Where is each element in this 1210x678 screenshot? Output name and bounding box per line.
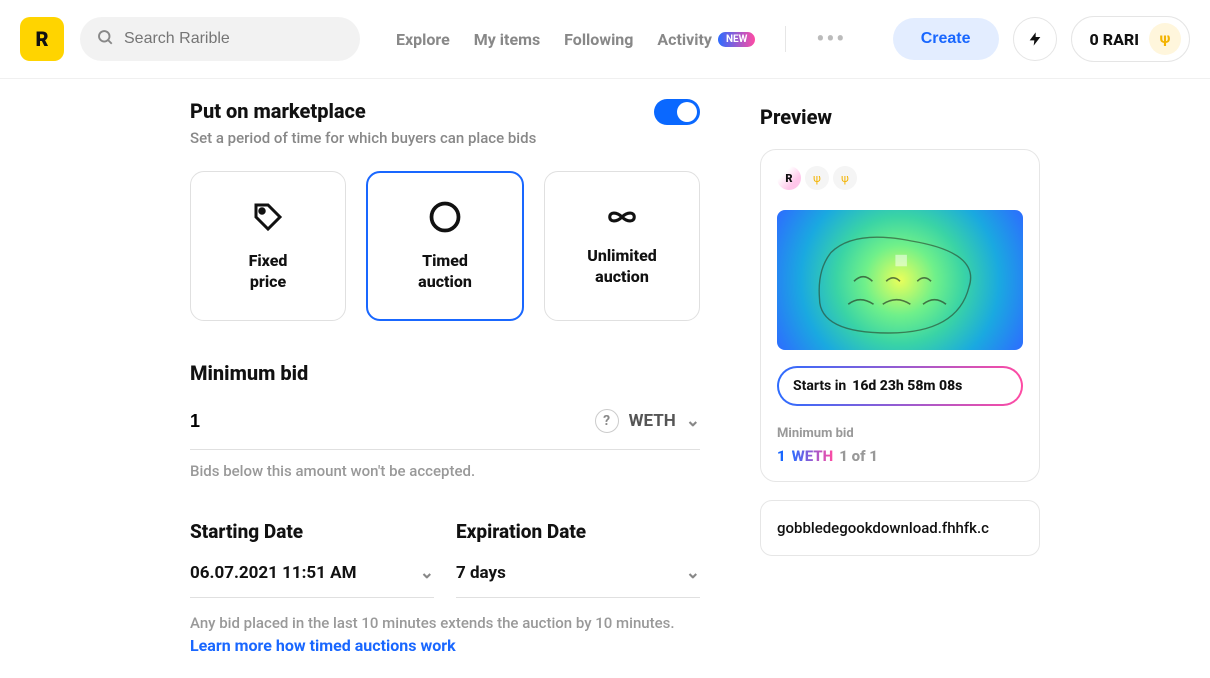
start-date-col: Starting Date 06.07.2021 11:51 AM ⌄ [190, 520, 434, 598]
chevron-down-icon: ⌄ [686, 563, 700, 583]
new-badge: NEW [718, 32, 755, 47]
sale-card-unlimited[interactable]: Unlimited auction [544, 171, 700, 321]
infinity-icon [601, 204, 643, 230]
nav-following[interactable]: Following [564, 30, 633, 49]
preview-price-currency: WETH [792, 447, 834, 465]
preview-image [777, 210, 1023, 350]
sale-card-timed[interactable]: Timed auction [366, 171, 524, 321]
preview-column: Preview R ψ ψ Starts in 16d 23h 58m 08s … [760, 99, 1040, 655]
currency-label: WETH [629, 411, 676, 431]
marketplace-subtitle: Set a period of time for which buyers ca… [190, 129, 536, 147]
notifications-button[interactable] [1013, 17, 1057, 61]
creator-badge[interactable]: R [777, 166, 801, 190]
expiration-date-field[interactable]: 7 days ⌄ [456, 543, 700, 598]
starts-in-pill: Starts in 16d 23h 58m 08s [777, 366, 1023, 406]
rari-avatar-icon: ψ [1149, 23, 1181, 55]
dates-row: Starting Date 06.07.2021 11:51 AM ⌄ Expi… [190, 520, 700, 598]
preview-min-label: Minimum bid [777, 426, 1023, 441]
chevron-down-icon: ⌄ [420, 563, 434, 583]
header-right: Create 0 RARI ψ [893, 16, 1190, 62]
search-input[interactable] [80, 17, 360, 61]
main-content: Put on marketplace Set a period of time … [0, 79, 1210, 655]
sale-card-unlimited-label: Unlimited auction [587, 246, 657, 288]
start-date-label: Starting Date [190, 520, 434, 543]
balance-pill[interactable]: 0 RARI ψ [1071, 16, 1190, 62]
preview-edition: 1 of 1 [839, 447, 878, 465]
create-button[interactable]: Create [893, 18, 999, 60]
logo[interactable]: R [20, 17, 64, 61]
sale-card-fixed[interactable]: Fixed price [190, 171, 346, 321]
help-icon[interactable]: ? [595, 409, 619, 433]
preview-price: 1 WETH 1 of 1 [777, 447, 1023, 465]
collection-badge[interactable]: ψ [805, 166, 829, 190]
preview-title: Preview [760, 105, 1040, 129]
nav-activity[interactable]: Activity NEW [657, 30, 755, 49]
clock-icon [427, 199, 463, 235]
starts-value: 16d 23h 58m 08s [852, 378, 962, 394]
min-bid-input[interactable] [190, 411, 390, 432]
currency-select[interactable]: ? WETH ⌄ [595, 409, 700, 433]
learn-more-link[interactable]: Learn more how timed auctions work [190, 636, 456, 655]
preview-card: R ψ ψ Starts in 16d 23h 58m 08s Minimum … [760, 149, 1040, 482]
start-date-value: 06.07.2021 11:51 AM [190, 563, 356, 583]
sale-type-cards: Fixed price Timed auction Unlimited auct… [190, 171, 700, 321]
preview-badges: R ψ ψ [777, 166, 1023, 190]
min-bid-section: Minimum bid ? WETH ⌄ Bids below this amo… [190, 361, 700, 480]
search-wrap [80, 17, 360, 61]
preview-price-amount: 1 [777, 447, 786, 465]
top-header: R Explore My items Following Activity NE… [0, 0, 1210, 79]
expiration-date-col: Expiration Date 7 days ⌄ [456, 520, 700, 598]
chevron-down-icon: ⌄ [686, 411, 700, 431]
balance-text: 0 RARI [1090, 30, 1139, 49]
lightning-icon [1027, 29, 1043, 49]
more-menu[interactable]: ••• [816, 27, 846, 52]
sale-card-fixed-label: Fixed price [249, 251, 288, 293]
marketplace-title: Put on marketplace [190, 99, 536, 123]
min-bid-label: Minimum bid [190, 361, 700, 385]
start-date-field[interactable]: 06.07.2021 11:51 AM ⌄ [190, 543, 434, 598]
sale-card-timed-label: Timed auction [418, 251, 472, 293]
min-bid-hint: Bids below this amount won't be accepted… [190, 462, 700, 480]
nav-divider [785, 26, 786, 52]
preview-image-content [785, 218, 1015, 350]
marketplace-toggle[interactable] [654, 99, 700, 125]
starts-label: Starts in [793, 378, 846, 394]
form-column: Put on marketplace Set a period of time … [190, 99, 700, 655]
main-nav: Explore My items Following Activity NEW … [396, 26, 846, 52]
tag-icon [250, 199, 286, 235]
expiration-date-value: 7 days [456, 563, 506, 583]
nav-my-items[interactable]: My items [474, 30, 540, 49]
nav-activity-label: Activity [657, 30, 712, 49]
auction-note: Any bid placed in the last 10 minutes ex… [190, 614, 700, 632]
owner-badge[interactable]: ψ [833, 166, 857, 190]
search-icon [96, 28, 114, 50]
url-input[interactable]: gobbledegookdownload.fhhfk.c [760, 500, 1040, 556]
nav-explore[interactable]: Explore [396, 30, 450, 49]
expiration-date-label: Expiration Date [456, 520, 700, 543]
